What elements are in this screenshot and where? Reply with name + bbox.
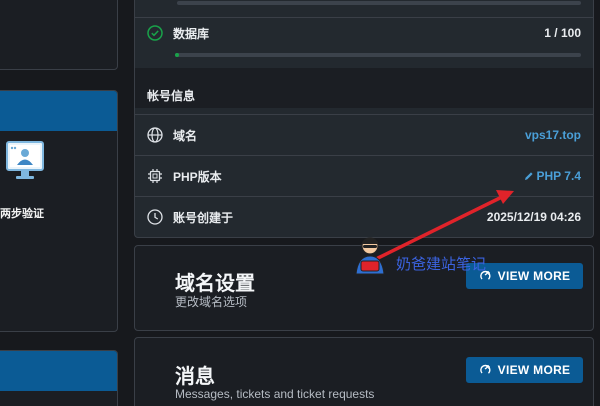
database-label: 数据库 xyxy=(173,26,210,41)
sidebar-card-top xyxy=(0,0,118,70)
domain-view-more-label: VIEW MORE xyxy=(497,269,571,283)
messages-card: 消息 Messages, tickets and ticket requests… xyxy=(134,337,594,406)
created-date: 2025/12/19 04:26 xyxy=(486,210,581,224)
sidebar-card-bottom[interactable] xyxy=(0,350,118,406)
external-arrow-icon xyxy=(479,364,492,377)
pencil-icon xyxy=(524,172,533,180)
domain-settings-subtitle: 更改域名选项 xyxy=(175,295,248,309)
php-label: PHP版本 xyxy=(173,169,222,184)
messages-view-more-button[interactable]: VIEW MORE xyxy=(466,357,583,383)
domain-row: 域名 vps17.top xyxy=(135,115,593,155)
cpu-chip-icon xyxy=(147,168,163,184)
messages-subtitle: Messages, tickets and ticket requests xyxy=(175,387,375,401)
watermark-text: 奶爸建站笔记 xyxy=(396,256,487,273)
database-count: 1 / 100 xyxy=(544,26,581,40)
database-usage-fill xyxy=(175,53,180,57)
monitor-user-icon xyxy=(6,141,44,179)
database-usage-bar xyxy=(175,53,581,57)
account-info-panel: 数据库 1 / 100 帐号信息 域名 vps17.top PHP版本 PHP … xyxy=(134,0,594,238)
messages-view-more-label: VIEW MORE xyxy=(497,363,571,377)
two-step-card-header xyxy=(0,91,117,131)
database-row: 数据库 1 / 100 xyxy=(135,18,593,48)
domain-settings-title: 域名设置 xyxy=(175,273,255,295)
messages-title: 消息 xyxy=(175,366,215,388)
mascot-icon xyxy=(355,237,385,275)
sidebar-card-bottom-header xyxy=(0,351,117,391)
clock-icon xyxy=(147,209,163,225)
check-circle-icon xyxy=(147,25,163,41)
php-version-value: PHP 7.4 xyxy=(536,169,581,183)
created-row: 账号创建于 2025/12/19 04:26 xyxy=(135,197,593,237)
php-version-link[interactable]: PHP 7.4 xyxy=(524,169,581,183)
globe-icon xyxy=(147,127,163,143)
account-section-row: 帐号信息 xyxy=(135,85,593,105)
php-row: PHP版本 PHP 7.4 xyxy=(135,156,593,196)
account-section-title: 帐号信息 xyxy=(147,88,196,103)
created-label: 账号创建于 xyxy=(173,210,234,225)
domain-label: 域名 xyxy=(173,128,198,143)
watermark: 奶爸建站笔记 xyxy=(352,234,486,276)
two-step-label[interactable]: 两步验证 xyxy=(0,205,44,221)
previous-usage-bar xyxy=(177,1,581,5)
domain-link[interactable]: vps17.top xyxy=(525,128,581,142)
